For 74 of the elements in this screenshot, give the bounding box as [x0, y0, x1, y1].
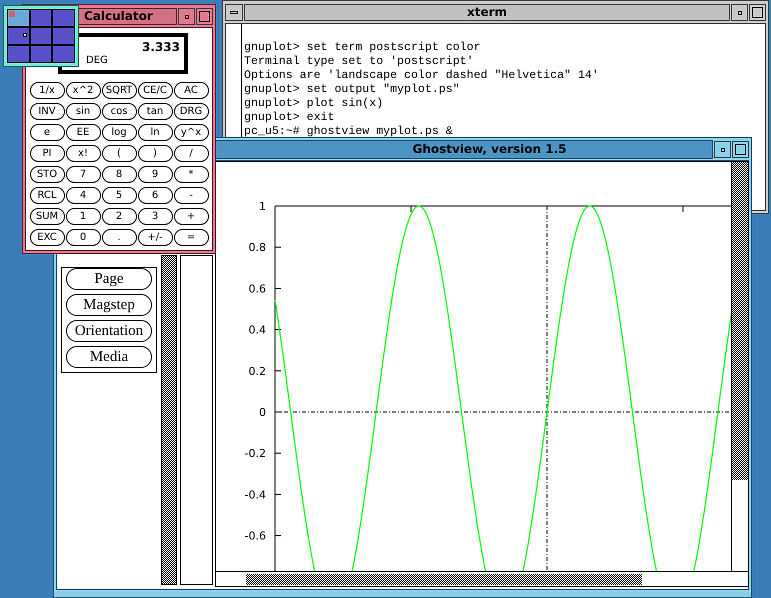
calculator-key[interactable]: 6 [138, 187, 172, 204]
window-menu-button[interactable] [225, 4, 243, 21]
calculator-key[interactable]: tan [138, 103, 172, 120]
y-tick-label: 1 [259, 200, 266, 213]
y-tick-label: 0.2 [248, 364, 266, 378]
calculator-key[interactable]: / [174, 145, 208, 162]
calculator-key[interactable]: 4 [66, 187, 100, 204]
calculator-key[interactable]: SQRT [102, 82, 136, 99]
vertical-scrollbar[interactable] [731, 162, 748, 571]
calculator-key[interactable]: e [30, 124, 64, 141]
calculator-key[interactable]: + [174, 208, 208, 225]
maximize-button[interactable] [732, 141, 749, 158]
calculator-key[interactable]: EXC [30, 229, 64, 246]
calculator-key[interactable]: cos [102, 103, 136, 120]
y-tick-label: 0.8 [248, 241, 266, 254]
calculator-key[interactable]: SUM [30, 208, 64, 225]
calculator-key[interactable]: AC [174, 82, 208, 99]
menu-button[interactable]: Magstep [66, 294, 152, 316]
display-value: 3.333 [142, 39, 180, 55]
iconify-button[interactable] [731, 4, 748, 21]
calculator-key[interactable]: 0 [66, 229, 100, 246]
terminal-line: gnuplot> plot sin(x) [244, 97, 384, 111]
calculator-key[interactable]: PI [30, 145, 64, 162]
calculator-key[interactable]: 1 [66, 208, 100, 225]
calculator-key[interactable]: STO [30, 166, 64, 183]
y-tick-label: -0.6 [244, 530, 266, 543]
calculator-key[interactable]: 7 [66, 166, 100, 183]
y-tick-label: -0.2 [244, 447, 266, 460]
menu-button[interactable]: Media [66, 346, 152, 368]
menu-button[interactable]: Orientation [66, 320, 152, 342]
calculator-key[interactable]: ) [138, 145, 172, 162]
calculator-key[interactable]: 9 [138, 166, 172, 183]
calculator-key[interactable]: INV [30, 103, 64, 120]
page-list-scrollbar[interactable] [161, 255, 177, 585]
terminal-line: Terminal type set to 'postscript' [244, 55, 475, 69]
y-tick-label: 0.6 [248, 282, 266, 296]
y-tick-label: 0 [259, 406, 266, 419]
desktop-pager[interactable] [3, 5, 79, 67]
calculator-key[interactable]: RCL [30, 187, 64, 204]
terminal-line: Options are 'landscape color dashed "Helvetica" 14' [244, 69, 599, 83]
terminal-line: gnuplot> set term postscript color [244, 41, 482, 55]
calculator-key[interactable]: . [102, 229, 136, 246]
calculator-key[interactable]: DRG [174, 103, 208, 120]
calculator-key[interactable]: = [174, 229, 208, 246]
calculator-key[interactable]: * [174, 166, 208, 183]
iconify-button[interactable] [178, 8, 195, 25]
terminal-line: gnuplot> exit [244, 111, 336, 125]
calculator-key[interactable]: 5 [102, 187, 136, 204]
calculator-key[interactable]: ( [102, 145, 136, 162]
calculator-key[interactable]: 8 [102, 166, 136, 183]
calculator-key[interactable]: 2 [102, 208, 136, 225]
calculator-key[interactable]: sin [66, 103, 100, 120]
maximize-button[interactable] [749, 4, 766, 21]
angle-mode: DEG [85, 55, 109, 67]
calculator-key[interactable]: 3 [138, 208, 172, 225]
terminal-line: gnuplot> set output "myplot.ps" [244, 83, 461, 97]
calculator-key[interactable]: x! [66, 145, 100, 162]
y-tick-label: 0.4 [248, 324, 266, 337]
y-tick-label: -0.4 [244, 488, 266, 502]
calculator-key[interactable]: ln [138, 124, 172, 141]
window-title: xterm [244, 4, 730, 21]
terminal-line: pc_u5:~# ghostview myplot.ps & [244, 125, 454, 139]
calculator-key[interactable]: log [102, 124, 136, 141]
calculator-key[interactable]: x^2 [66, 82, 100, 99]
menu-button[interactable]: Page [66, 268, 152, 290]
calculator-key[interactable]: 1/x [30, 82, 64, 99]
calculator-key[interactable]: - [174, 187, 208, 204]
calculator-key[interactable]: y^x [174, 124, 208, 141]
maximize-button[interactable] [196, 8, 213, 25]
calculator-key[interactable]: CE/C [138, 82, 172, 99]
calculator-key[interactable]: +/- [138, 229, 172, 246]
iconify-button[interactable] [714, 141, 731, 158]
calculator-key[interactable]: EE [66, 124, 100, 141]
horizontal-scrollbar[interactable] [216, 571, 748, 586]
